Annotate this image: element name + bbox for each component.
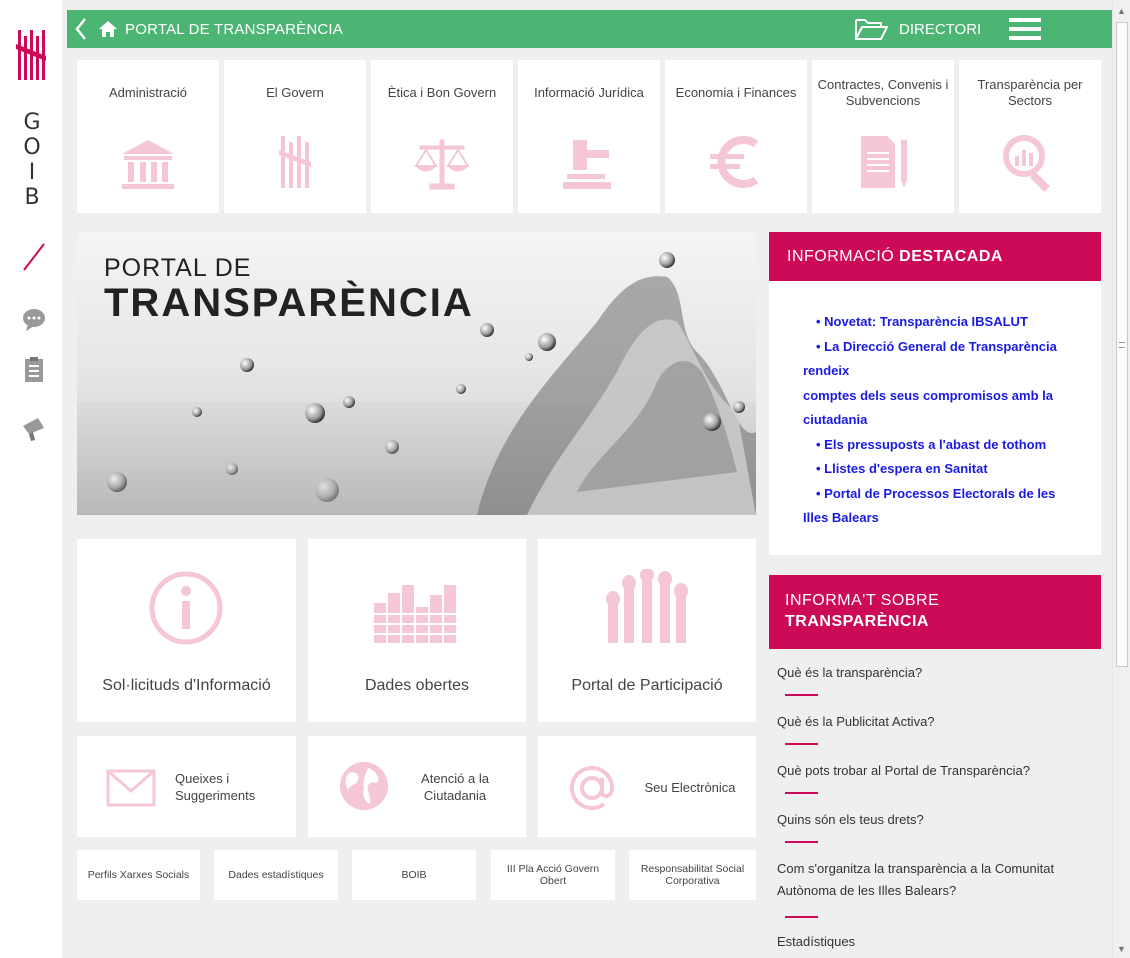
info-icon <box>149 571 223 645</box>
scroll-down-arrow-icon[interactable]: ▼ <box>1117 944 1127 954</box>
goib-letter: B <box>24 185 40 210</box>
destacada-link[interactable]: Llistes d'espera en Sanitat <box>816 457 1086 482</box>
category-etica[interactable]: Ètica i Bon Govern <box>371 60 513 213</box>
feature-sollicituds[interactable]: Sol·licituds d'Informació <box>77 539 296 722</box>
link-perfils-xarxes[interactable]: Perfils Xarxes Socials <box>77 850 200 900</box>
scroll-up-arrow-icon[interactable]: ▲ <box>1117 6 1127 16</box>
vertical-scrollbar[interactable]: ▲ ▼ <box>1112 0 1130 958</box>
destacada-heading: INFORMACIÓ DESTACADA <box>769 232 1101 281</box>
globe-icon <box>340 762 388 810</box>
destacada-link[interactable]: ciutadania <box>803 408 1086 433</box>
destacada-link[interactable]: Portal de Processos Electorals de les <box>816 482 1086 507</box>
question-divider <box>785 694 818 696</box>
link-boib[interactable]: BOIB <box>352 850 476 900</box>
destacada-link[interactable]: Novetat: Transparència IBSALUT <box>816 310 1086 335</box>
logo-slash-icon <box>23 243 45 271</box>
euro-icon <box>710 136 759 188</box>
informa-heading-line2: TRANSPARÈNCIA <box>785 613 929 630</box>
category-label: Contractes, Convenis i Subvencions <box>817 77 949 108</box>
informa-question-link[interactable]: Què és la transparència? <box>777 662 1077 684</box>
service-seu-electronica[interactable]: Seu Electrònica <box>538 736 756 837</box>
scales-icon <box>414 139 470 190</box>
left-rail: G O I B <box>0 0 62 958</box>
category-label: Transparència per Sectors <box>977 77 1083 108</box>
destacada-list: Novetat: Transparència IBSALUT La Direcc… <box>803 310 1086 531</box>
goib-letter: I <box>28 160 36 185</box>
main-content: PORTAL DE TRANSPARÈNCIA DIRECTORI Admini… <box>62 0 1112 958</box>
chat-icon[interactable] <box>20 305 48 333</box>
destacada-link[interactable]: La Direcció General de Transparència <box>816 335 1086 360</box>
feature-participacio[interactable]: Portal de Participació <box>538 539 756 722</box>
hamburger-menu-icon[interactable] <box>1009 17 1041 41</box>
top-navigation-bar: PORTAL DE TRANSPARÈNCIA DIRECTORI <box>67 10 1112 48</box>
hero-title-line2: TRANSPARÈNCIA <box>104 281 474 325</box>
category-administracio[interactable]: Administració <box>77 60 219 213</box>
destacada-link[interactable]: comptes dels seus compromisos amb la <box>803 384 1086 409</box>
informa-question-link[interactable]: Com s'organitza la transparència a la Co… <box>777 858 1077 902</box>
feature-dades-obertes[interactable]: Dades obertes <box>308 539 526 722</box>
service-label: Seu Electrònica <box>644 780 736 795</box>
informa-question-link[interactable]: Què pots trobar al Portal de Transparènc… <box>777 760 1077 782</box>
gavel-icon <box>563 140 611 189</box>
feature-label: Portal de Participació <box>571 677 723 694</box>
category-contractes[interactable]: Contractes, Convenis i Subvencions <box>812 60 954 213</box>
destacada-link[interactable]: rendeix <box>803 359 1086 384</box>
informa-question-link[interactable]: Què és la Publicitat Activa? <box>777 711 1077 733</box>
hero-banner[interactable]: PORTAL DE TRANSPARÈNCIA <box>77 232 756 515</box>
destacada-link[interactable]: Els pressuposts a l'abast de tothom <box>816 433 1086 458</box>
hero-title-line1: PORTAL DE <box>104 254 252 282</box>
envelope-icon <box>106 769 156 807</box>
informa-question-link[interactable]: Quins són els teus drets? <box>777 809 1077 831</box>
category-label: Administració <box>108 85 188 100</box>
magnifier-chart-icon <box>1003 135 1050 192</box>
category-label: Economia i Finances <box>675 85 797 100</box>
category-el-govern[interactable]: El Govern <box>224 60 366 213</box>
service-label: Queixes i Suggeriments <box>175 771 256 803</box>
destacada-heading-bold: DESTACADA <box>899 248 1003 265</box>
home-icon[interactable] <box>99 21 117 37</box>
category-label: Informació Jurídica <box>534 85 644 100</box>
service-atencio[interactable]: Atenció a la Ciutadania <box>308 736 526 837</box>
raised-hands-icon <box>606 569 688 643</box>
destacada-link[interactable]: Illes Balears <box>803 506 1086 531</box>
question-divider <box>785 916 818 918</box>
back-chevron-icon[interactable] <box>73 16 89 42</box>
building-icon <box>122 140 174 189</box>
feature-label: Sol·licituds d'Informació <box>102 677 271 694</box>
question-divider <box>785 792 818 794</box>
link-dades-estadistiques[interactable]: Dades estadístiques <box>214 850 338 900</box>
informa-heading: INFORMA'T SOBRE TRANSPARÈNCIA <box>769 575 1101 649</box>
question-divider <box>785 743 818 745</box>
link-responsabilitat-social[interactable]: Responsabilitat Social Corporativa <box>629 850 756 900</box>
portal-title-link[interactable]: PORTAL DE TRANSPARÈNCIA <box>125 21 343 38</box>
category-informacio-juridica[interactable]: Informació Jurídica <box>518 60 660 213</box>
bar-chart-icon <box>374 585 458 643</box>
question-divider <box>785 841 818 843</box>
category-transparencia-sectors[interactable]: Transparència per Sectors <box>959 60 1101 213</box>
govern-emblem-icon <box>279 136 311 188</box>
destacada-heading-normal: INFORMACIÓ <box>787 248 900 265</box>
clipboard-icon[interactable] <box>20 356 48 384</box>
service-queixes[interactable]: Queixes i Suggeriments <box>77 736 296 837</box>
document-pen-icon <box>861 136 907 188</box>
folder-icon[interactable] <box>854 17 888 41</box>
category-economia[interactable]: Economia i Finances <box>665 60 807 213</box>
link-pla-accio[interactable]: III Pla Acció Govern Obert <box>491 850 615 900</box>
megaphone-icon[interactable] <box>20 414 48 442</box>
goib-letter: G <box>23 110 41 135</box>
at-sign-icon <box>570 766 615 810</box>
goib-letter: O <box>23 135 41 160</box>
scrollbar-grip <box>1119 342 1125 348</box>
service-label: Atenció a la Ciutadania <box>421 771 489 803</box>
directori-link[interactable]: DIRECTORI <box>899 21 981 38</box>
category-label: El Govern <box>266 85 324 100</box>
goib-emblem-icon[interactable] <box>16 30 46 80</box>
informa-question-link[interactable]: Estadístiques <box>777 931 1077 953</box>
goib-logotype: G O I B <box>22 110 42 210</box>
feature-label: Dades obertes <box>364 677 470 694</box>
informa-heading-line1: INFORMA'T SOBRE <box>785 592 940 609</box>
category-label: Ètica i Bon Govern <box>387 85 497 100</box>
